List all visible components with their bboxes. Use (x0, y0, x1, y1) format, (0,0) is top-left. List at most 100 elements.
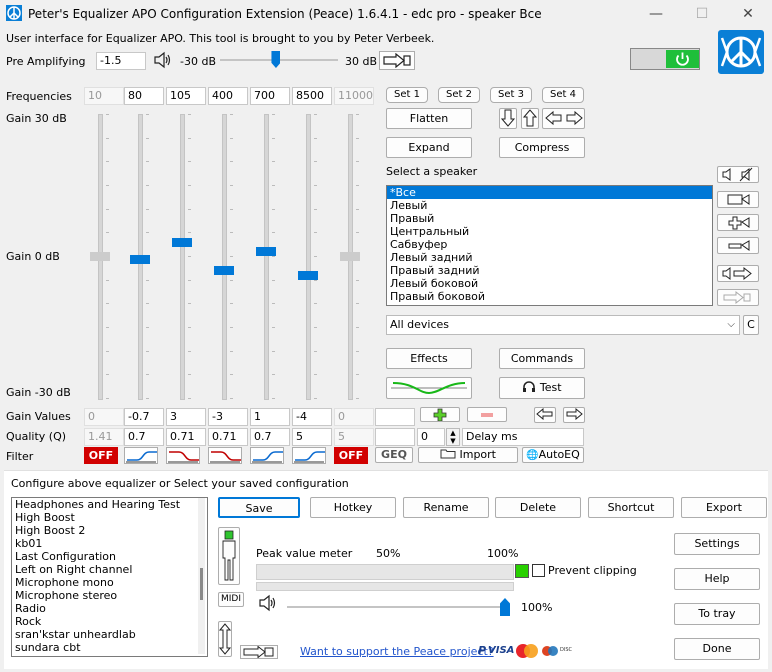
speaker-minus-button[interactable] (717, 237, 759, 254)
config-scrollbar-thumb[interactable] (200, 568, 203, 600)
geq-button[interactable]: GEQ (375, 447, 413, 463)
frequency-input[interactable]: 10 (84, 87, 124, 105)
gain-value-input[interactable]: 0 (84, 408, 124, 426)
help-button[interactable]: Help (674, 568, 760, 590)
gain-value-input[interactable]: -3 (208, 408, 248, 426)
prevent-clipping-checkbox[interactable] (532, 564, 545, 577)
speaker-list-item[interactable]: Правый боковой (387, 290, 712, 303)
speaker-list-item[interactable]: Левый боковой (387, 277, 712, 290)
config-list-item[interactable]: Radio (12, 602, 207, 615)
preamp-apply-button[interactable] (379, 51, 415, 70)
device-select[interactable]: All devices ⌵ (386, 315, 740, 335)
frequency-input[interactable]: 700 (250, 87, 290, 105)
frequency-input[interactable]: 80 (124, 87, 164, 105)
volume-icon[interactable] (258, 594, 278, 612)
frequency-input[interactable]: 400 (208, 87, 248, 105)
speaker-paste-button[interactable] (717, 289, 759, 306)
maximize-button[interactable]: ☐ (684, 4, 720, 24)
effects-button[interactable]: Effects (386, 348, 472, 369)
filter-off-button[interactable]: OFF (84, 447, 118, 464)
config-list-item[interactable]: kb01 (12, 537, 207, 550)
shift-down-button[interactable] (499, 108, 517, 129)
filter-type-button[interactable] (208, 447, 242, 464)
gain-value-input[interactable]: 1 (250, 408, 290, 426)
config-list-item[interactable]: sundara cbt (12, 641, 207, 654)
speaker-volume-icon[interactable] (153, 51, 173, 69)
config-list-item[interactable]: Microphone stereo (12, 589, 207, 602)
settings-button[interactable]: Settings (674, 533, 760, 555)
filter-type-button[interactable] (124, 447, 158, 464)
gain-slider-thumb[interactable] (340, 252, 360, 261)
volume-slider-track[interactable] (287, 606, 510, 608)
gain-value-input[interactable]: -0.7 (124, 408, 164, 426)
preamp-slider-thumb[interactable] (271, 51, 281, 68)
midi-button[interactable]: MIDI (218, 592, 244, 607)
expand-button[interactable]: Expand (386, 137, 472, 158)
config-list-item[interactable]: Microphone mono (12, 576, 207, 589)
minimize-button[interactable]: — (638, 4, 674, 24)
quality-input[interactable]: 5 (292, 428, 332, 446)
quality-input[interactable]: 5 (334, 428, 374, 446)
speaker-box-button[interactable] (717, 191, 759, 208)
gain-slider-thumb[interactable] (298, 270, 318, 280)
gain-slider-thumb[interactable] (130, 255, 150, 265)
filter-type-button[interactable] (250, 447, 284, 464)
power-toggle[interactable] (630, 48, 700, 70)
flatten-button[interactable]: Flatten (386, 108, 472, 129)
set-button[interactable]: Set 3 (490, 87, 532, 103)
quality-input[interactable]: 0.7 (250, 428, 290, 446)
quality-input[interactable]: 0.71 (166, 428, 206, 446)
shift-left-button[interactable] (534, 407, 556, 423)
extra-quality-field[interactable] (375, 428, 415, 446)
set-button[interactable]: Set 1 (386, 87, 428, 103)
speaker-plus-button[interactable] (717, 214, 759, 231)
commands-button[interactable]: Commands (499, 348, 585, 369)
import-button[interactable]: Import (418, 447, 518, 463)
vertical-swap-button[interactable] (218, 621, 232, 657)
filter-off-button[interactable]: OFF (334, 447, 368, 464)
extra-gain-field[interactable] (375, 408, 415, 426)
speaker-list-item[interactable]: *Все (387, 186, 712, 199)
speaker-list-item[interactable]: Левый (387, 199, 712, 212)
filter-type-button[interactable] (292, 447, 326, 464)
test-button[interactable]: Test (499, 377, 585, 399)
autoeq-button[interactable]: 🌐AutoEQ (522, 447, 584, 463)
curve-button[interactable] (386, 377, 472, 399)
speaker-listbox[interactable]: *Все Левый Правый Центральный Сабвуфер Левый … (386, 185, 713, 306)
frequency-input[interactable]: 11000 (334, 87, 374, 105)
gain-slider-thumb[interactable] (90, 252, 110, 261)
gain-value-input[interactable]: -4 (292, 408, 332, 426)
quality-input[interactable]: 1.41 (84, 428, 124, 446)
set-button[interactable]: Set 4 (542, 87, 584, 103)
speaker-list-item[interactable]: Правый (387, 212, 712, 225)
speaker-list-item[interactable]: Левый задний (387, 251, 712, 264)
gain-slider-thumb[interactable] (256, 247, 276, 257)
remove-band-button[interactable] (467, 407, 507, 422)
speaker-list-item[interactable]: Сабвуфер (387, 238, 712, 251)
add-band-button[interactable] (420, 407, 460, 422)
shift-up-button[interactable] (521, 108, 539, 129)
hotkey-button[interactable]: Hotkey (310, 497, 396, 518)
speaker-list-item[interactable]: Центральный (387, 225, 712, 238)
delete-button[interactable]: Delete (495, 497, 581, 518)
config-list-item[interactable]: sran'kstar unheardlab (12, 628, 207, 641)
gain-slider-track[interactable] (180, 114, 185, 400)
config-list-item[interactable]: High Boost 2 (12, 524, 207, 537)
set-button[interactable]: Set 2 (438, 87, 480, 103)
support-link[interactable]: Want to support the Peace project? (300, 645, 494, 658)
speaker-list-item[interactable]: Правый задний (387, 264, 712, 277)
payment-logos[interactable]: P VISA DISC (478, 642, 582, 660)
preamp-input[interactable]: -1.5 (96, 52, 146, 70)
delay-spinner[interactable]: ▲ ▼ (446, 428, 460, 446)
config-list-item[interactable]: High Boost (12, 511, 207, 524)
quality-input[interactable]: 0.7 (124, 428, 164, 446)
compress-button[interactable]: Compress (499, 137, 585, 158)
device-c-button[interactable]: C (743, 315, 759, 335)
apply-config-button[interactable] (240, 645, 278, 659)
gain-slider-track[interactable] (306, 114, 311, 400)
config-list-item[interactable]: Rock (12, 615, 207, 628)
config-list-item[interactable]: Left on Right channel (12, 563, 207, 576)
gain-slider-thumb[interactable] (172, 237, 192, 247)
done-button[interactable]: Done (674, 638, 760, 660)
save-button[interactable]: Save (218, 497, 300, 518)
